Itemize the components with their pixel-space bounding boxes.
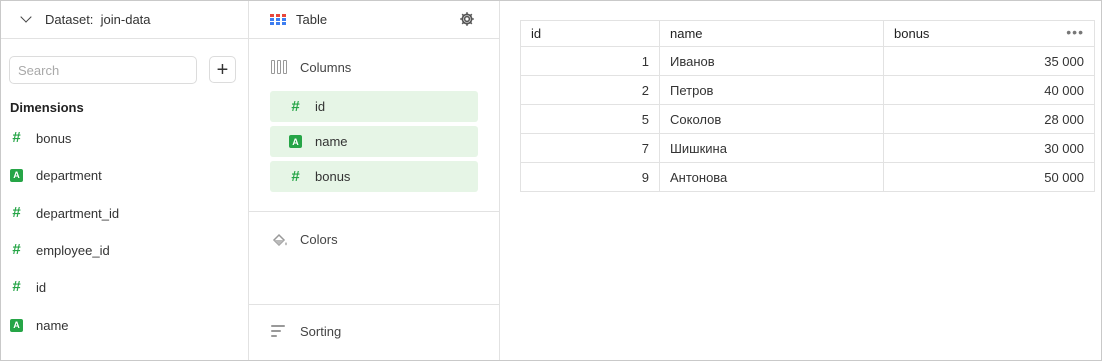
number-type-icon: # — [291, 167, 300, 185]
section-divider — [249, 304, 499, 305]
field-department[interactable]: A department — [10, 165, 102, 185]
number-type-icon: # — [12, 129, 21, 146]
cell-id: 5 — [520, 104, 660, 134]
chip-label: id — [315, 99, 326, 114]
field-label: department — [36, 167, 102, 183]
cell-id: 9 — [520, 162, 660, 192]
string-type-icon: A — [289, 135, 302, 148]
cell-name: Иванов — [659, 46, 884, 76]
colors-section-label: Colors — [300, 232, 338, 247]
field-label: employee_id — [36, 242, 110, 258]
field-bonus[interactable]: # bonus — [10, 128, 71, 148]
visualization-panel: Table Columns # id A name # bonus Colors… — [249, 1, 500, 360]
dataset-panel: Dataset: join-data + Dimensions # bonus … — [1, 1, 249, 360]
string-type-icon: A — [10, 318, 23, 332]
sorting-icon — [271, 325, 285, 338]
dataset-selector[interactable]: Dataset: join-data — [1, 1, 248, 39]
table-row: 1 Иванов 35 000 — [520, 46, 1095, 76]
chevron-down-icon — [21, 13, 31, 23]
column-chip-id[interactable]: # id — [270, 91, 478, 122]
cell-name: Петров — [659, 75, 884, 105]
table-row: 2 Петров 40 000 — [520, 75, 1095, 105]
number-type-icon: # — [12, 278, 21, 295]
field-name[interactable]: A name — [10, 315, 69, 335]
cell-bonus: 28 000 — [883, 104, 1095, 134]
table-row: 5 Соколов 28 000 — [520, 104, 1095, 134]
field-label: department_id — [36, 205, 120, 221]
columns-section-label: Columns — [300, 60, 352, 75]
cell-id: 2 — [520, 75, 660, 105]
add-field-button[interactable]: + — [209, 56, 236, 83]
table-header-row: id name bonus ••• — [520, 20, 1095, 47]
field-label: name — [36, 317, 69, 333]
sorting-section-label: Sorting — [300, 324, 342, 339]
more-icon[interactable]: ••• — [1066, 25, 1084, 39]
cell-bonus: 50 000 — [883, 162, 1095, 192]
number-type-icon: # — [12, 204, 21, 221]
field-label: bonus — [36, 130, 72, 146]
table-row: 9 Антонова 50 000 — [520, 162, 1095, 192]
cell-name: Шишкина — [659, 133, 884, 163]
dataset-label: Dataset: join-data — [45, 12, 151, 27]
string-type-icon: A — [10, 168, 23, 182]
data-table: id name bonus ••• 1 Иванов 35 000 2 Петро… — [520, 20, 1095, 192]
cell-name: Соколов — [659, 104, 884, 134]
cell-bonus: 40 000 — [883, 75, 1095, 105]
table-preview: id name bonus ••• 1 Иванов 35 000 2 Петро… — [500, 1, 1102, 360]
cell-bonus: 30 000 — [883, 133, 1095, 163]
column-chip-bonus[interactable]: # bonus — [270, 161, 478, 192]
chip-label: bonus — [315, 169, 351, 184]
cell-id: 1 — [520, 46, 660, 76]
field-id[interactable]: # id — [10, 277, 46, 297]
field-employee-id[interactable]: # employee_id — [10, 240, 110, 260]
paint-bucket-icon — [272, 233, 287, 247]
cell-id: 7 — [520, 133, 660, 163]
field-label: id — [36, 279, 47, 295]
dimensions-title: Dimensions — [10, 100, 84, 115]
column-chip-name[interactable]: A name — [270, 126, 478, 157]
column-header-id[interactable]: id — [520, 20, 660, 47]
search-input[interactable] — [9, 56, 197, 84]
number-type-icon: # — [12, 241, 21, 258]
chip-label: name — [315, 134, 348, 149]
visualization-selector[interactable]: Table — [249, 1, 499, 39]
columns-icon — [271, 60, 289, 74]
visualization-label: Table — [296, 12, 328, 27]
cell-name: Антонова — [659, 162, 884, 192]
app-frame: Dataset: join-data + Dimensions # bonus … — [0, 0, 1102, 361]
column-header-name[interactable]: name — [659, 20, 884, 47]
column-header-bonus[interactable]: bonus ••• — [883, 20, 1095, 47]
table-row: 7 Шишкина 30 000 — [520, 133, 1095, 163]
field-department-id[interactable]: # department_id — [10, 203, 119, 223]
cell-bonus: 35 000 — [883, 46, 1095, 76]
number-type-icon: # — [291, 97, 300, 115]
section-divider — [249, 211, 499, 212]
table-icon — [270, 14, 286, 26]
gear-icon[interactable] — [459, 11, 475, 27]
